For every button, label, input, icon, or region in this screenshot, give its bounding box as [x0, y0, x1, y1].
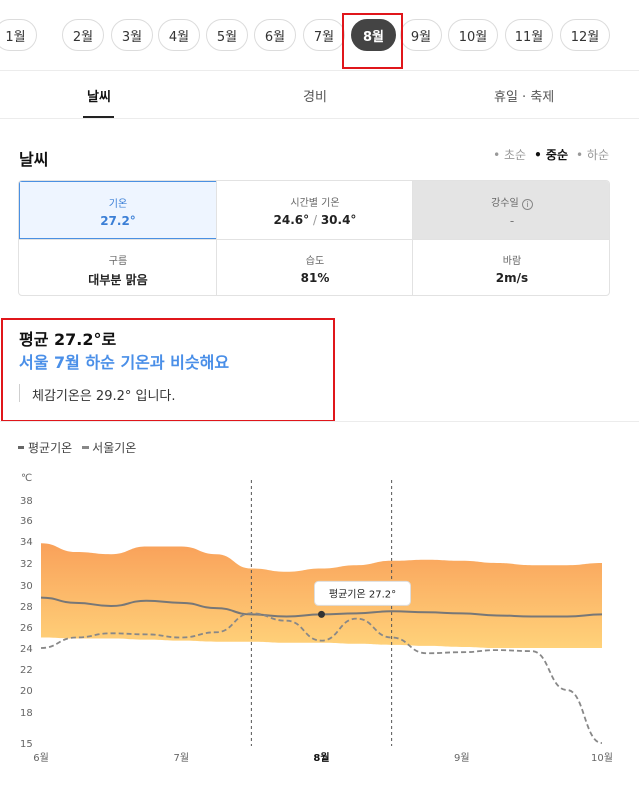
month-pill-7[interactable]: 7월 — [303, 19, 345, 51]
hourly-temp-min: 24.6° — [273, 213, 310, 227]
y-tick-label: 32 — [20, 559, 33, 570]
quote-bar — [19, 384, 20, 402]
x-tick-label: 9월 — [454, 752, 470, 764]
y-tick-label: 30 — [20, 581, 33, 592]
legend-avg: 평균기온 — [18, 439, 72, 456]
x-tick-label: 7월 — [173, 752, 189, 764]
wind-value: 2m/s — [495, 271, 529, 285]
divider — [0, 421, 639, 422]
cloud-label: 구름 — [108, 256, 128, 267]
hourly-temp-value: 24.6° / 30.4° — [217, 213, 413, 227]
legend-solid-swatch — [18, 446, 24, 449]
month-selector: 1월 2월 3월 4월 5월 6월 7월 8월 9월 10월 11월 12월 — [0, 0, 639, 70]
divider — [0, 70, 639, 71]
selected-month-highlight — [342, 13, 403, 69]
hourly-temp-max: 30.4° — [320, 213, 357, 227]
legend-seoul-label: 서울기온 — [92, 441, 137, 455]
wind-cell: 바람 2m/s — [413, 240, 609, 295]
x-tick-label: 8월 — [313, 752, 329, 764]
summary-comparison: 서울 7월 하순 기온과 비슷해요 — [19, 353, 230, 372]
y-tick-label: 26 — [20, 623, 33, 634]
section-title: 날씨 — [19, 150, 49, 169]
weather-grid: 기온 27.2° 시간별 기온 24.6° / 30.4° 강수일 i - 구름… — [18, 180, 610, 296]
legend-dash-swatch — [82, 446, 89, 449]
y-tick-label: 38 — [20, 496, 33, 507]
rain-days-cell: 강수일 i - — [413, 181, 609, 239]
y-tick-label: 15 — [20, 739, 33, 750]
period-early[interactable]: • 초순 — [493, 146, 526, 163]
info-icon[interactable]: i — [521, 199, 533, 210]
chart-legend: 평균기온 서울기온 — [18, 439, 136, 456]
y-axis-unit: ℃ — [21, 473, 32, 484]
rain-days-label-text: 강수일 — [491, 198, 519, 209]
summary-average: 평균 27.2°로 — [19, 330, 117, 349]
temperature-chart: ℃ 38 36 34 32 30 28 26 24 22 20 18 15 평균기온 27.2° 6월 7월 8… — [20, 473, 613, 764]
x-tick-label: 10월 — [591, 752, 613, 764]
tab-holiday-festival[interactable]: 휴일 · 축제 — [494, 86, 554, 105]
y-tick-label: 28 — [20, 602, 33, 613]
y-tick-label: 20 — [20, 686, 33, 697]
temp-value: 27.2° — [100, 214, 136, 228]
rain-days-label: 강수일 i — [413, 194, 609, 210]
rain-days-value: - — [509, 214, 515, 228]
month-pill-2[interactable]: 2월 — [62, 19, 104, 51]
y-tick-label: 18 — [20, 708, 33, 719]
y-tick-label: 34 — [20, 537, 33, 548]
wind-label: 바람 — [502, 256, 522, 267]
hourly-temp-cell[interactable]: 시간별 기온 24.6° / 30.4° — [217, 181, 413, 239]
period-mid[interactable]: • 중순 — [534, 146, 568, 163]
tab-weather[interactable]: 날씨 — [87, 86, 111, 105]
month-pill-3[interactable]: 3월 — [111, 19, 153, 51]
temp-label: 기온 — [108, 199, 128, 210]
cloud-value: 대부분 맑음 — [88, 273, 148, 287]
selected-point — [318, 610, 325, 618]
hourly-temp-label: 시간별 기온 — [290, 198, 340, 209]
humidity-value: 81% — [300, 271, 330, 285]
hourly-temp-separator: / — [309, 213, 321, 227]
humidity-cell: 습도 81% — [217, 240, 413, 295]
tab-cost[interactable]: 경비 — [303, 86, 327, 105]
month-pill-6[interactable]: 6월 — [254, 19, 296, 51]
x-tick-label: 6월 — [33, 752, 49, 764]
month-pill-11[interactable]: 11월 — [505, 19, 553, 51]
month-pill-1[interactable]: 1월 — [0, 19, 37, 51]
legend-avg-label: 평균기온 — [28, 441, 73, 455]
period-toggle: • 초순 • 중순 • 하순 — [493, 146, 609, 163]
y-tick-label: 22 — [20, 665, 33, 676]
y-tick-label: 36 — [20, 516, 33, 527]
tooltip-text: 평균기온 27.2° — [329, 588, 396, 600]
month-pill-10[interactable]: 10월 — [448, 19, 498, 51]
month-pill-4[interactable]: 4월 — [158, 19, 200, 51]
temp-cell[interactable]: 기온 27.2° — [19, 181, 217, 239]
humidity-label: 습도 — [305, 256, 325, 267]
period-late[interactable]: • 하순 — [576, 146, 609, 163]
y-tick-label: 24 — [20, 644, 33, 655]
month-pill-5[interactable]: 5월 — [206, 19, 248, 51]
divider — [0, 118, 639, 119]
summary-feels-like: 체감기온은 29.2° 입니다. — [32, 389, 176, 404]
legend-seoul: 서울기온 — [82, 439, 136, 456]
month-pill-9[interactable]: 9월 — [400, 19, 442, 51]
month-pill-12[interactable]: 12월 — [560, 19, 610, 51]
cloud-cell: 구름 대부분 맑음 — [19, 240, 217, 295]
